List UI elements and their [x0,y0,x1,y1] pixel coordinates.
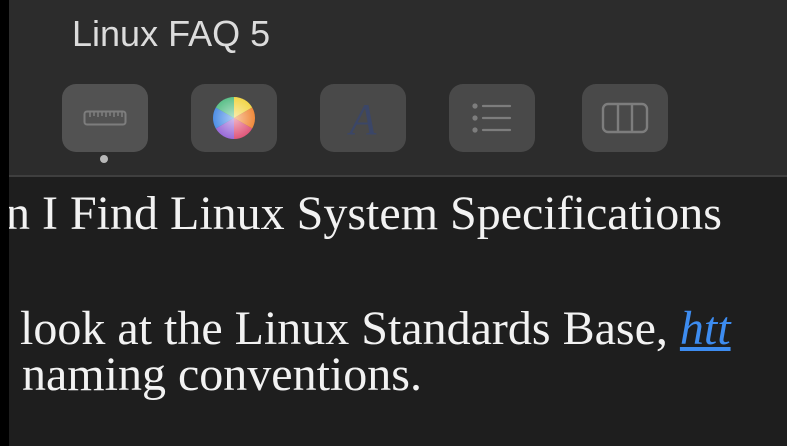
toolbar: Linux FAQ 5 A [0,0,787,176]
list-icon [472,103,512,133]
colors-button[interactable] [191,84,277,152]
table-button[interactable] [582,84,668,152]
fonts-button[interactable]: A [320,84,406,152]
svg-text:A: A [347,95,378,142]
color-wheel-icon [212,96,256,139]
list-button[interactable] [449,84,535,152]
window-title: Linux FAQ 5 [72,13,271,54]
body-line-2: naming conventions. [22,348,422,401]
ruler-button[interactable] [62,84,148,152]
font-icon: A [347,95,378,142]
active-indicator [100,155,108,163]
window-edge [0,0,9,446]
ruler-icon [83,110,127,126]
url-link[interactable]: htt [680,302,731,355]
document-area[interactable]: n I Find Linux System Specifications loo… [0,177,787,446]
document-heading: n I Find Linux System Specifications [6,187,722,240]
app-window: Linux FAQ 5 A n I Find Linux System Spec… [0,0,787,446]
table-columns-icon [601,102,649,134]
